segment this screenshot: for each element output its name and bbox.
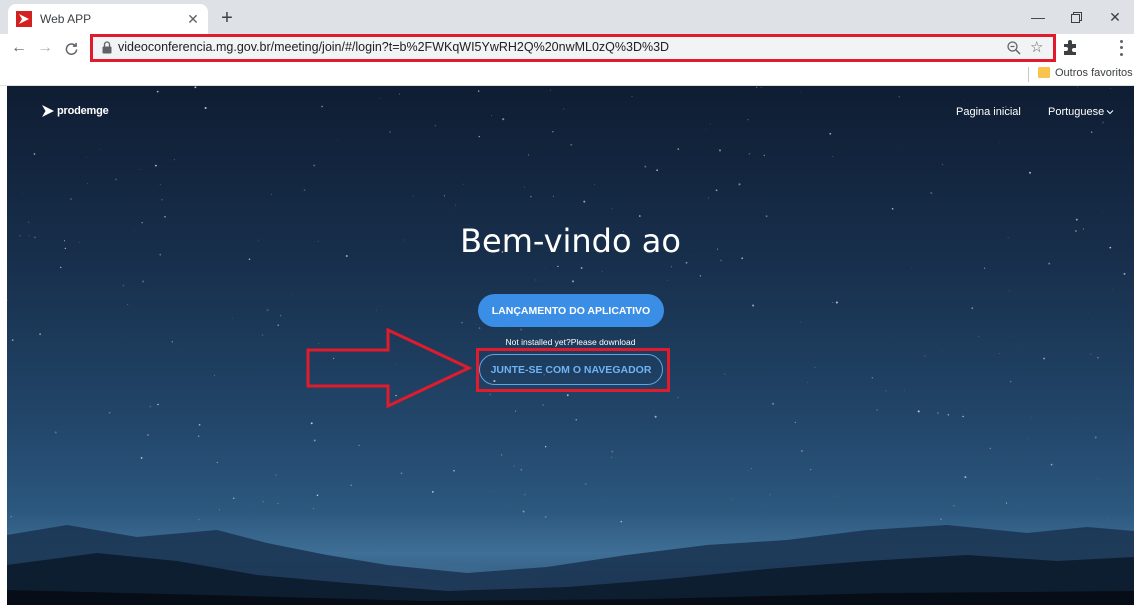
language-label: Portuguese: [1048, 106, 1105, 118]
launch-app-button[interactable]: LANÇAMENTO DO APLICATIVO: [478, 294, 664, 327]
browser-tab-bar: Web APP ✕ + — ✕: [0, 0, 1134, 34]
back-arrow-icon[interactable]: ←: [8, 37, 30, 59]
mountain-silhouette: [7, 525, 1134, 605]
minimize-button[interactable]: —: [1019, 0, 1057, 34]
forward-arrow-icon[interactable]: →: [34, 37, 56, 59]
close-window-button[interactable]: ✕: [1096, 0, 1134, 34]
language-selector[interactable]: Portuguese: [1048, 106, 1114, 118]
prodemge-logo[interactable]: prodemge: [41, 104, 109, 118]
bookmarks-bar: Outros favoritos: [0, 62, 1134, 86]
browser-toolbar: ← → videoconferencia.mg.gov.br/meeting/j…: [0, 34, 1134, 62]
chevron-down-icon: [1106, 110, 1114, 115]
extensions-puzzle-icon[interactable]: [1062, 38, 1078, 56]
logo-chevron-icon: [42, 105, 54, 117]
not-installed-link[interactable]: Not installed yet?Please download: [7, 337, 1134, 347]
nav-home-link[interactable]: Pagina inicial: [956, 106, 1021, 118]
tab-title: Web APP: [40, 12, 92, 26]
browser-menu-icon[interactable]: [1115, 38, 1127, 58]
browser-tab[interactable]: Web APP ✕: [8, 4, 208, 34]
bookmark-folder-other[interactable]: Outros favoritos: [1055, 67, 1133, 79]
browser-button-highlight: [476, 348, 670, 392]
annotation-arrow-icon: [306, 327, 473, 409]
restore-button[interactable]: [1057, 0, 1095, 34]
logo-text: prodemge: [57, 105, 109, 117]
site-favicon-icon: [16, 11, 32, 27]
address-bar-highlight: [90, 34, 1056, 62]
new-tab-button[interactable]: +: [216, 7, 238, 29]
tab-close-icon[interactable]: ✕: [184, 10, 202, 28]
reload-icon[interactable]: [60, 37, 82, 59]
welcome-title: Bem-vindo ao: [460, 222, 681, 260]
web-page: prodemge Pagina inicial Portuguese Bem-v…: [7, 86, 1134, 605]
bookmarks-separator: [1028, 67, 1029, 82]
restore-icon: [1070, 11, 1082, 23]
folder-icon: [1038, 67, 1050, 78]
